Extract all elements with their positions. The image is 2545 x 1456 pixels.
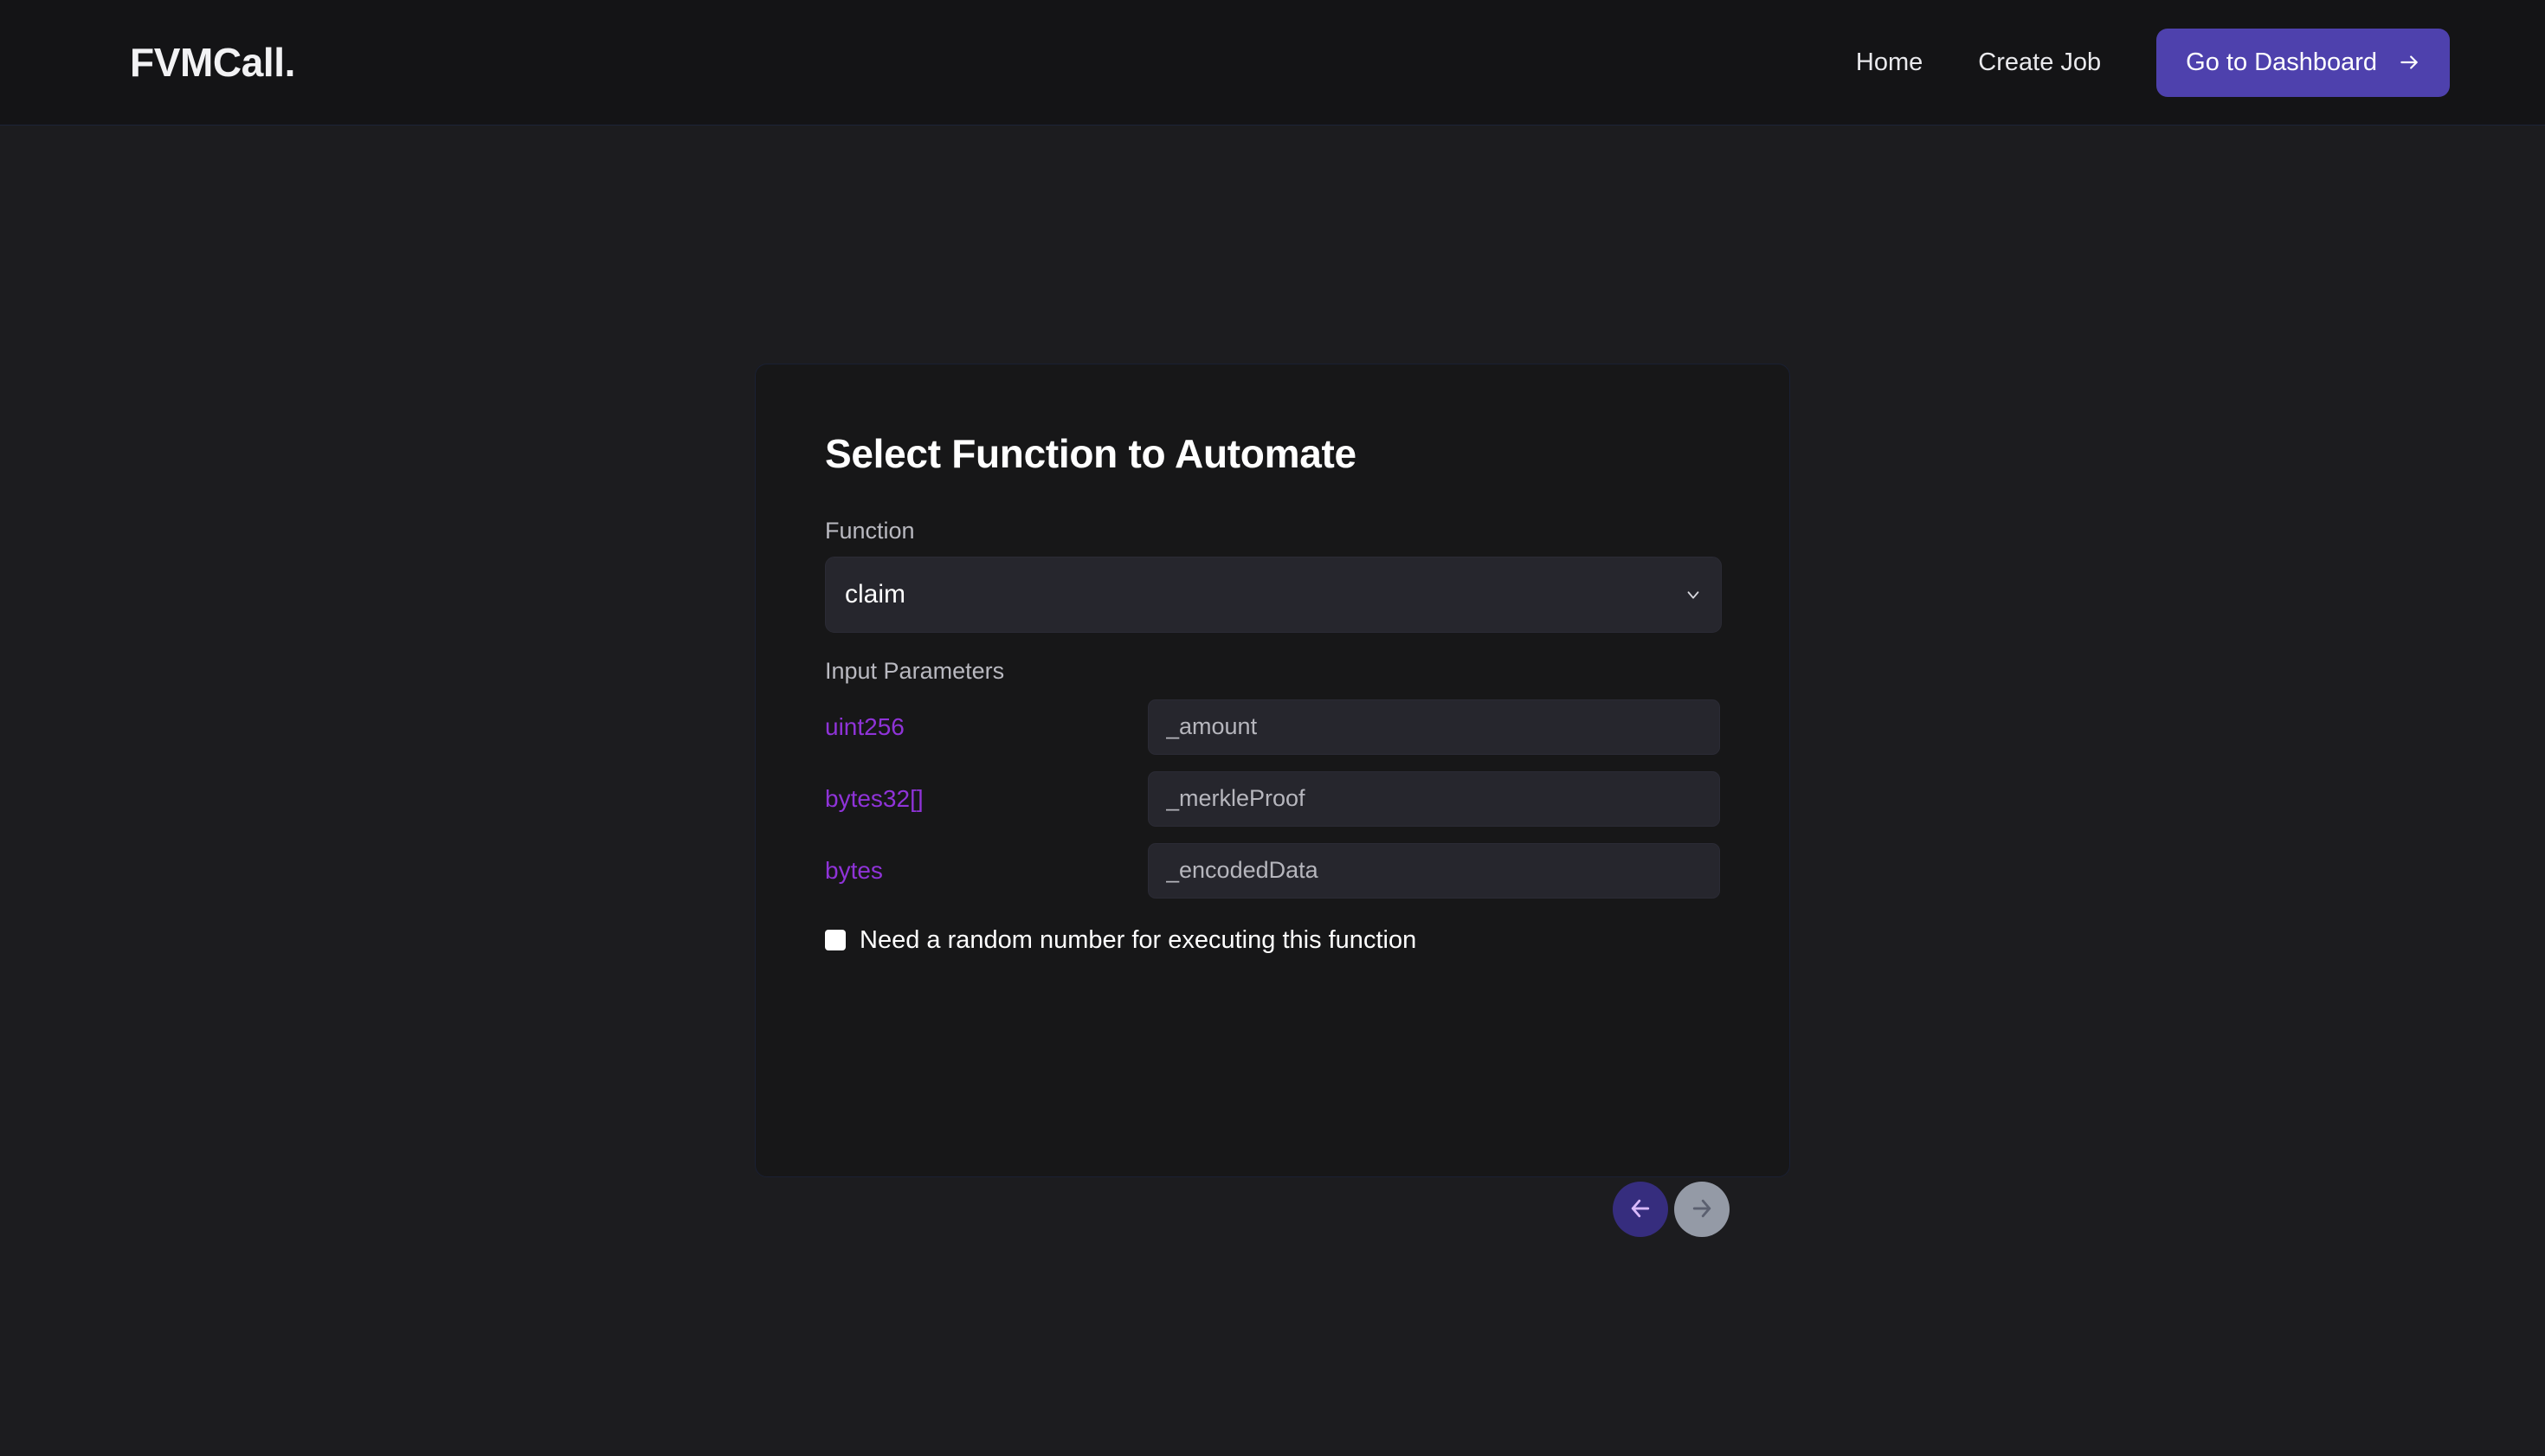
- param-row: bytes: [825, 842, 1720, 899]
- select-function-card: Select Function to Automate Function cla…: [755, 364, 1790, 1177]
- arrow-left-icon: [1627, 1195, 1653, 1224]
- function-field-label: Function: [825, 517, 915, 544]
- param-type-label: uint256: [825, 712, 905, 740]
- input-parameters-label: Input Parameters: [825, 657, 1005, 684]
- param-type-label: bytes: [825, 856, 883, 884]
- function-select-value: claim: [845, 579, 906, 609]
- random-number-row: Need a random number for executing this …: [825, 927, 1720, 953]
- param-row: uint256: [825, 699, 1720, 755]
- random-number-checkbox[interactable]: [825, 930, 846, 951]
- param-input-encoded-data[interactable]: [1148, 842, 1720, 899]
- arrow-right-icon: [2398, 51, 2420, 74]
- site-header: FVMCall. Home Create Job Go to Dashboard: [0, 0, 2545, 126]
- next-step-button[interactable]: [1674, 1182, 1730, 1237]
- nav-link-create-job[interactable]: Create Job: [1950, 49, 2129, 75]
- function-select-wrapper: claim: [825, 556, 1722, 633]
- nav-link-home[interactable]: Home: [1828, 49, 1950, 75]
- random-number-label[interactable]: Need a random number for executing this …: [860, 927, 1416, 953]
- previous-step-button[interactable]: [1613, 1182, 1668, 1237]
- param-input-amount[interactable]: [1148, 699, 1720, 755]
- wizard-navigation: [1613, 1182, 1730, 1237]
- param-type-label: bytes32[]: [825, 784, 924, 812]
- param-row: bytes32[]: [825, 770, 1720, 827]
- brand-logo[interactable]: FVMCall.: [130, 42, 295, 82]
- primary-navigation: Home Create Job Go to Dashboard: [1828, 28, 2450, 97]
- arrow-right-icon: [1689, 1195, 1715, 1224]
- page-title: Select Function to Automate: [825, 431, 1356, 476]
- param-input-merkle-proof[interactable]: [1148, 770, 1720, 827]
- function-select[interactable]: claim: [825, 556, 1722, 633]
- go-to-dashboard-button[interactable]: Go to Dashboard: [2156, 28, 2450, 97]
- go-to-dashboard-label: Go to Dashboard: [2186, 48, 2377, 76]
